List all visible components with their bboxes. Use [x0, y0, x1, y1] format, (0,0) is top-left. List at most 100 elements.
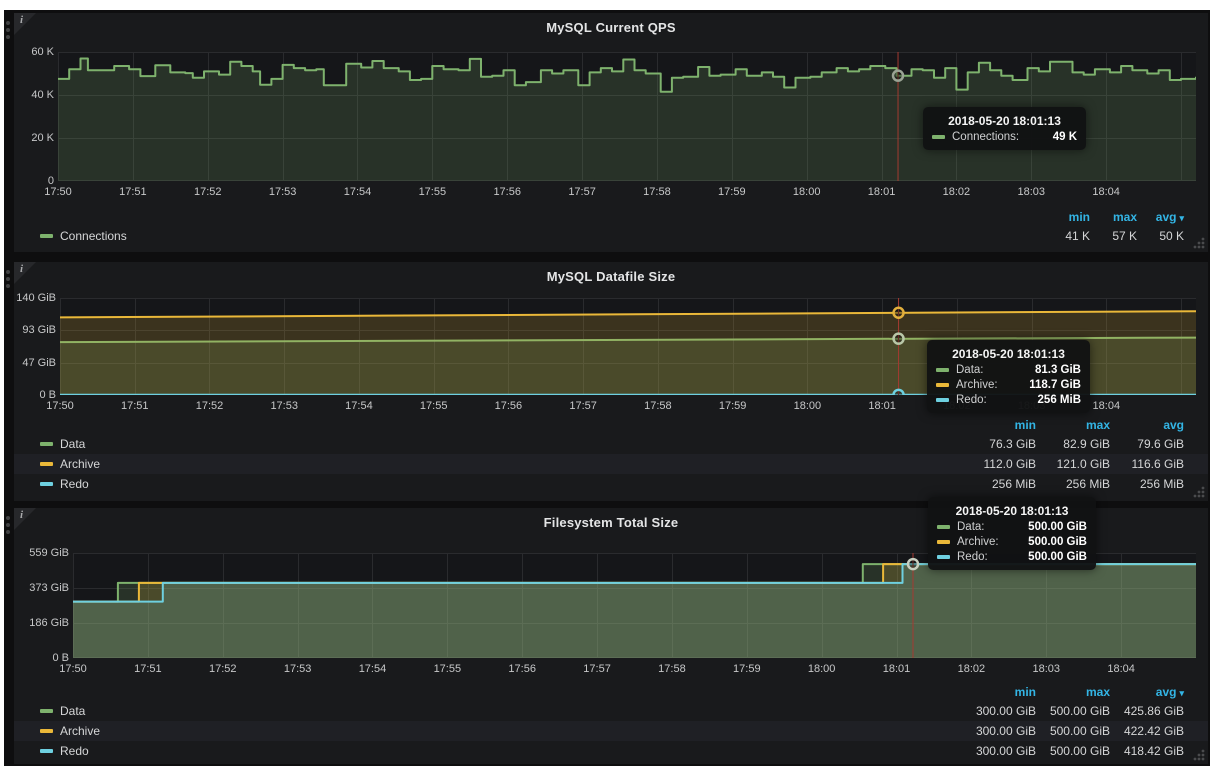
y-axis-tick-label: 60 K: [14, 45, 54, 59]
tooltip-series-name: Archive:: [956, 379, 998, 391]
x-axis-tick-label: 17:51: [124, 663, 172, 675]
legend-stats-header-row: minmaxavg▾: [14, 209, 1208, 226]
tooltip-series-row: Archive: 118.7 GiB: [936, 379, 1081, 391]
legend-stat-value: 112.0 GiB: [962, 454, 1036, 474]
x-axis-tick-label: 17:56: [484, 400, 532, 412]
legend-series-label: Redo: [60, 477, 89, 491]
tooltip-series-value: 500.00 GiB: [1016, 551, 1087, 563]
panel-resize-handle[interactable]: [1192, 485, 1205, 498]
x-axis-tick-label: 17:59: [708, 186, 756, 198]
row-drag-handle[interactable]: [6, 270, 10, 291]
x-axis-tick-label: 18:04: [1097, 663, 1145, 675]
tooltip-series-row: Data:500.00 GiB: [937, 521, 1087, 533]
x-axis-tick-label: 18:00: [798, 663, 846, 675]
panel-resize-handle[interactable]: [1192, 236, 1205, 249]
legend-row-redo: Redo300.00 GiB500.00 GiB418.42 GiB: [14, 741, 1208, 761]
row-drag-handle[interactable]: [6, 21, 10, 42]
tooltip-series-value: 256 MiB: [1026, 394, 1081, 406]
series-color-dash: [936, 368, 949, 372]
legend-sort-min[interactable]: min: [962, 417, 1036, 434]
tooltip-timestamp: 2018-05-20 18:01:13: [936, 347, 1081, 361]
legend-series-toggle-redo[interactable]: Redo: [40, 741, 89, 761]
x-axis-tick-label: 17:50: [34, 186, 82, 198]
tooltip-series-row: Data: 81.3 GiB: [936, 364, 1081, 376]
legend-series-toggle-data[interactable]: Data: [40, 701, 85, 721]
legend-series-toggle-redo[interactable]: Redo: [40, 474, 89, 494]
legend-stats-header-row: minmaxavg▾: [14, 684, 1208, 701]
legend-sort-max[interactable]: max: [1036, 417, 1110, 434]
panel-resize-handle[interactable]: [1192, 748, 1205, 761]
x-axis-tick-label: 17:57: [559, 400, 607, 412]
x-axis-tick-label: 17:58: [633, 186, 681, 198]
x-axis-tick-label: 18:00: [783, 400, 831, 412]
x-axis-tick-label: 17:55: [423, 663, 471, 675]
legend-row-data: Data300.00 GiB500.00 GiB425.86 GiB: [14, 701, 1208, 721]
legend-stat-value: 41 K: [1043, 226, 1090, 246]
x-axis-tick-label: 17:59: [723, 663, 771, 675]
legend-sort-avg[interactable]: avg▾: [1110, 684, 1184, 702]
row-drag-handle[interactable]: [6, 516, 10, 537]
tooltip-series-name: Connections:: [952, 131, 1019, 143]
y-axis-tick-label: 20 K: [14, 131, 54, 145]
tooltip-series-name: Archive:: [957, 536, 999, 548]
tooltip-series-value: 81.3 GiB: [1023, 364, 1081, 376]
legend-sort-min[interactable]: min: [962, 684, 1036, 702]
x-axis-tick-label: 17:55: [410, 400, 458, 412]
x-axis-tick-label: 17:50: [36, 400, 84, 412]
x-axis-tick-label: 17:51: [111, 400, 159, 412]
legend-series-label: Archive: [60, 724, 100, 738]
tooltip-series-row: Archive:500.00 GiB: [937, 536, 1087, 548]
tooltip-series-row: Connections: 49 K: [932, 131, 1077, 143]
series-color-dash: [937, 540, 950, 544]
legend-stat-value: 500.00 GiB: [1036, 741, 1110, 761]
legend-series-toggle-archive[interactable]: Archive: [40, 454, 100, 474]
series-color-dash: [40, 749, 53, 753]
x-axis-tick-label: 17:56: [483, 186, 531, 198]
graph-tooltip: 2018-05-20 18:01:13 Data: 81.3 GiB Archive…: [927, 340, 1090, 413]
x-axis-tick-label: 17:54: [335, 400, 383, 412]
legend-series-label: Connections: [60, 229, 127, 243]
tooltip-series-name: Data:: [956, 364, 984, 376]
graph-legend: minmaxavg▾Connections41 K57 K50 K: [14, 209, 1208, 246]
y-axis-tick-label: 373 GiB: [14, 581, 69, 595]
tooltip-series-value: 49 K: [1041, 131, 1077, 143]
x-axis-tick-label: 17:58: [634, 400, 682, 412]
x-axis-tick-label: 17:57: [573, 663, 621, 675]
tooltip-series-name: Data:: [957, 521, 985, 533]
tooltip-series-row: Redo: 256 MiB: [936, 394, 1081, 406]
x-axis-tick-label: 17:56: [498, 663, 546, 675]
legend-series-label: Data: [60, 704, 85, 718]
series-color-dash: [936, 383, 949, 387]
caret-down-icon: ▾: [1179, 688, 1184, 698]
tooltip-timestamp: 2018-05-20 18:01:13: [937, 504, 1087, 518]
series-color-dash: [40, 709, 53, 713]
series-color-dash: [932, 135, 945, 139]
series-color-dash: [40, 482, 53, 486]
legend-sort-max[interactable]: max: [1036, 684, 1110, 702]
x-axis-tick-label: 17:57: [558, 186, 606, 198]
x-axis-tick-label: 18:03: [1007, 186, 1055, 198]
legend-series-toggle-connections[interactable]: Connections: [40, 226, 127, 246]
y-axis-tick-label: 40 K: [14, 88, 54, 102]
legend-series-toggle-archive[interactable]: Archive: [40, 721, 100, 741]
legend-sort-avg[interactable]: avg: [1110, 417, 1184, 434]
legend-sort-min[interactable]: min: [1043, 209, 1090, 227]
y-axis-tick-label: 47 GiB: [14, 356, 56, 370]
y-axis-tick-label: 140 GiB: [14, 291, 56, 305]
series-color-dash: [40, 234, 53, 238]
legend-row-archive: Archive300.00 GiB500.00 GiB422.42 GiB: [14, 721, 1208, 741]
legend-stat-value: 425.86 GiB: [1110, 701, 1184, 721]
legend-stat-value: 121.0 GiB: [1036, 454, 1110, 474]
legend-series-label: Redo: [60, 744, 89, 758]
legend-sort-max[interactable]: max: [1090, 209, 1137, 227]
legend-sort-avg[interactable]: avg▾: [1137, 209, 1184, 227]
tooltip-series-name: Redo:: [956, 394, 987, 406]
y-axis-tick-label: 559 GiB: [14, 546, 69, 560]
tooltip-series-value: 118.7 GiB: [1017, 379, 1081, 391]
legend-series-label: Data: [60, 437, 85, 451]
legend-stat-value: 57 K: [1090, 226, 1137, 246]
tooltip-series-row: Redo:500.00 GiB: [937, 551, 1087, 563]
graph-legend: minmaxavg▾Data300.00 GiB500.00 GiB425.86…: [14, 684, 1208, 761]
series-color-dash: [40, 729, 53, 733]
legend-series-toggle-data[interactable]: Data: [40, 434, 85, 454]
